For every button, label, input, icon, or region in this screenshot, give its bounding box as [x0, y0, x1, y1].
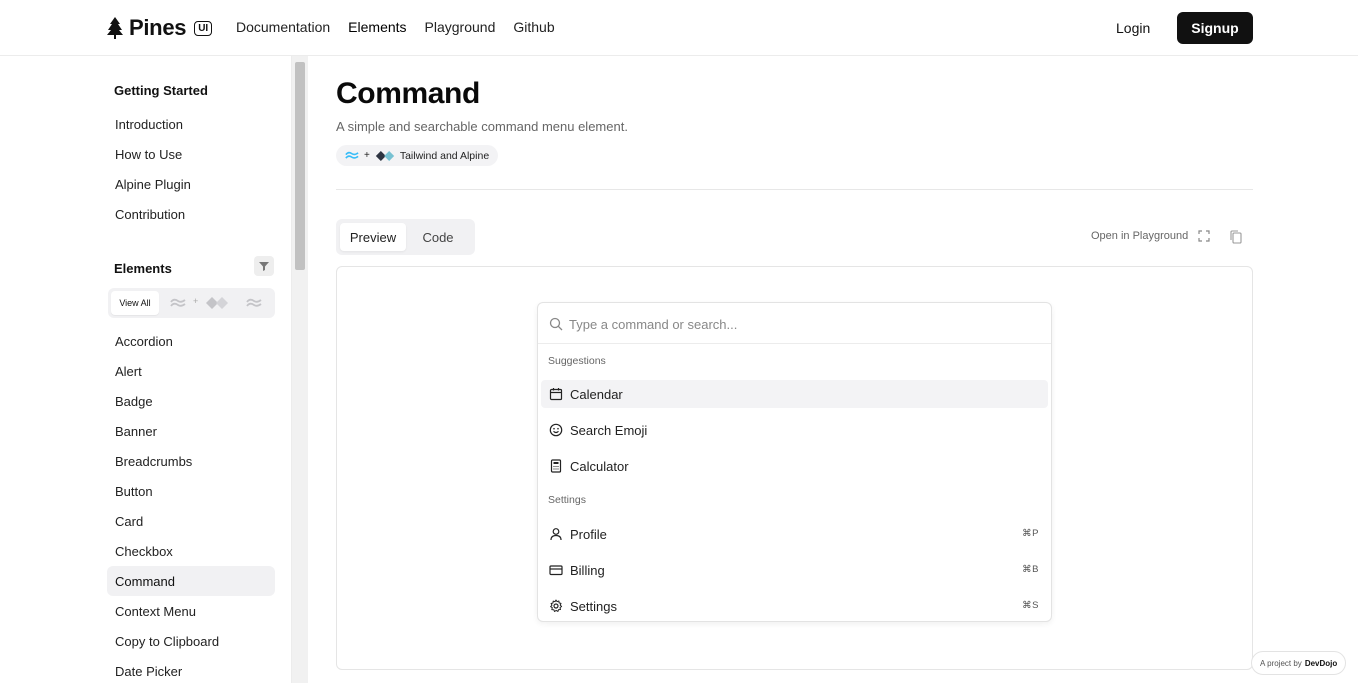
sidebar-scrollbar[interactable]: [292, 56, 308, 683]
sidebar-item-introduction[interactable]: Introduction: [107, 109, 275, 139]
framework-filter-tabs: View All +: [108, 288, 275, 318]
command-item-search-emoji[interactable]: Search Emoji: [541, 416, 1048, 444]
sidebar-item-accordion[interactable]: Accordion: [107, 326, 275, 356]
sidebar-item-alpine-plugin[interactable]: Alpine Plugin: [107, 169, 275, 199]
shortcut-label: ⌘B: [1022, 564, 1039, 575]
tab-code[interactable]: Code: [408, 223, 468, 251]
group-label-settings: Settings: [548, 494, 586, 506]
view-all-tab[interactable]: View All: [111, 291, 159, 315]
open-in-playground-label: Open in Playground: [1091, 230, 1189, 242]
sidebar-item-badge[interactable]: Badge: [107, 386, 275, 416]
command-item-calculator[interactable]: Calculator: [541, 452, 1048, 480]
gear-icon: [550, 599, 563, 612]
open-in-playground-link[interactable]: Open in Playground: [1091, 230, 1210, 242]
command-search-bar: [538, 303, 1051, 344]
logo-badge: UI: [194, 20, 213, 36]
pine-tree-icon: [107, 17, 123, 39]
sidebar-item-button[interactable]: Button: [107, 476, 275, 506]
preview-code-tabs: Preview Code: [336, 219, 475, 255]
footer-brand: DevDojo: [1304, 658, 1338, 668]
credit-card-icon: [549, 565, 563, 576]
sidebar-item-date-picker[interactable]: Date Picker: [107, 656, 275, 683]
nav-documentation[interactable]: Documentation: [236, 19, 330, 35]
command-item-label: Calendar: [570, 386, 623, 402]
sidebar-item-copy-to-clipboard[interactable]: Copy to Clipboard: [107, 626, 275, 656]
search-icon: [549, 317, 563, 331]
getting-started-title: Getting Started: [114, 83, 208, 98]
nav-playground[interactable]: Playground: [425, 19, 496, 35]
sidebar-item-context-menu[interactable]: Context Menu: [107, 596, 275, 626]
signup-button[interactable]: Signup: [1177, 12, 1253, 44]
command-item-label: Search Emoji: [570, 422, 648, 438]
badge-plus: +: [364, 150, 370, 161]
sidebar-item-card[interactable]: Card: [107, 506, 275, 536]
logo[interactable]: Pines UI: [107, 15, 213, 41]
command-menu: Suggestions Calendar Search Emoji Calcul…: [537, 302, 1052, 622]
funnel-icon: [259, 262, 269, 271]
nav-github[interactable]: Github: [513, 19, 554, 35]
shortcut-label: ⌘S: [1022, 600, 1039, 611]
tech-badge: + Tailwind and Alpine: [336, 145, 499, 166]
top-header: Pines UI Documentation Elements Playgrou…: [0, 0, 1358, 56]
page-title: Command: [336, 77, 480, 110]
alpine-tailwind-tab-icon[interactable]: [246, 298, 262, 308]
sidebar-item-alert[interactable]: Alert: [107, 356, 275, 386]
footer-prefix: A project by: [1260, 658, 1302, 668]
command-item-label: Billing: [570, 562, 605, 578]
command-item-profile[interactable]: Profile ⌘P: [541, 520, 1048, 548]
alpine-icon: [375, 150, 395, 161]
calculator-icon: [550, 459, 562, 473]
sidebar-item-breadcrumbs[interactable]: Breadcrumbs: [107, 446, 275, 476]
sidebar-item-command[interactable]: Command: [107, 566, 275, 596]
badge-text: Tailwind and Alpine: [399, 149, 490, 162]
command-item-billing[interactable]: Billing ⌘B: [541, 556, 1048, 584]
tailwind-tab-icon[interactable]: [170, 298, 186, 308]
main-nav: Documentation Elements Playground Github: [236, 19, 555, 35]
login-link[interactable]: Login: [1116, 20, 1150, 36]
divider: [336, 189, 1253, 190]
command-item-label: Settings: [570, 598, 617, 614]
page-description: A simple and searchable command menu ele…: [336, 119, 628, 134]
user-icon: [550, 528, 562, 541]
command-item-label: Calculator: [570, 458, 629, 474]
nav-elements[interactable]: Elements: [348, 19, 406, 35]
elements-title: Elements: [114, 261, 172, 276]
tailwind-icon: [345, 151, 359, 159]
command-item-label: Profile: [570, 526, 607, 542]
sidebar: Getting Started Introduction How to Use …: [0, 56, 292, 683]
smiley-icon: [549, 423, 563, 437]
shortcut-label: ⌘P: [1022, 528, 1039, 539]
tech-plus-label: +: [193, 296, 199, 306]
logo-text: Pines: [129, 15, 187, 40]
copy-icon[interactable]: [1229, 230, 1243, 244]
expand-icon: [1198, 230, 1210, 242]
sidebar-item-checkbox[interactable]: Checkbox: [107, 536, 275, 566]
command-search-input[interactable]: [569, 314, 1029, 334]
scrollbar-thumb[interactable]: [295, 62, 305, 270]
sidebar-item-contribution[interactable]: Contribution: [107, 199, 275, 229]
filter-button[interactable]: [254, 256, 274, 276]
group-label-suggestions: Suggestions: [548, 355, 606, 367]
alpine-tab-icon[interactable]: [206, 297, 228, 309]
command-item-settings[interactable]: Settings ⌘S: [541, 592, 1048, 620]
command-item-calendar[interactable]: Calendar: [541, 380, 1048, 408]
sidebar-item-how-to-use[interactable]: How to Use: [107, 139, 275, 169]
tab-preview[interactable]: Preview: [340, 223, 406, 251]
calendar-icon: [549, 388, 563, 401]
sidebar-item-banner[interactable]: Banner: [107, 416, 275, 446]
devdojo-badge[interactable]: A project by DevDojo: [1251, 651, 1347, 675]
